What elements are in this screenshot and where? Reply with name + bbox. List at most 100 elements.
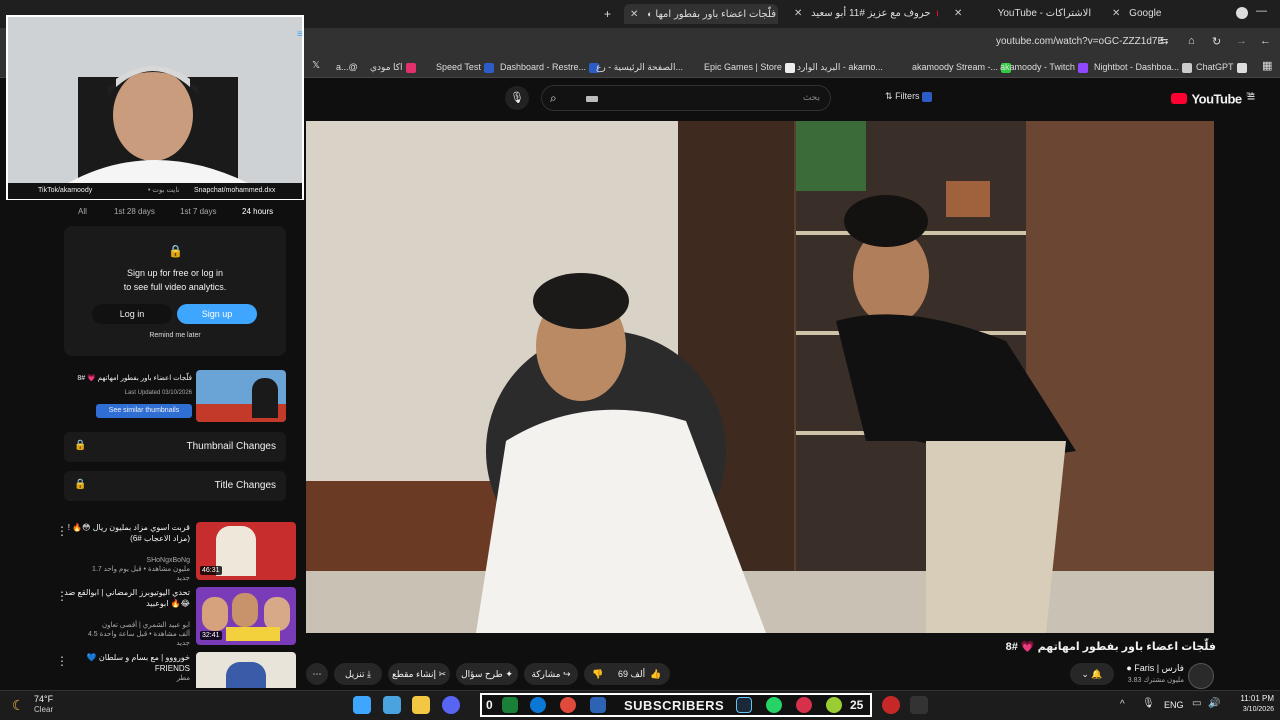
bookmark-label: akamoody Stream -... (912, 62, 999, 72)
tab-huroof[interactable]: ✕ حروف مع عزيز #11 أبو سعيد (788, 4, 938, 24)
rec-channel: مطر (176, 675, 190, 682)
channel-avatar[interactable] (1188, 663, 1214, 689)
search-input[interactable]: بحث (803, 92, 820, 103)
subscribed-button[interactable]: ⌄ 🔔 (1070, 663, 1114, 685)
bookmark-item[interactable]: البريد الوارد - akamo... (797, 59, 883, 75)
bookmark-item[interactable]: Nightbot - Dashboa... (1094, 59, 1195, 75)
like-button[interactable]: 👍 (650, 663, 661, 685)
list-item[interactable]: ⋮ قربت اسوي مزاد بمليون ريال 😳🔥 ! (مزاد … (54, 522, 298, 582)
volume-icon[interactable]: 🔊 (1208, 698, 1220, 709)
overlay-subs: 25 (850, 698, 864, 712)
signup-button[interactable]: Sign up (177, 304, 257, 324)
youtube-logo[interactable]: YouTube SA (1171, 90, 1254, 108)
bookmark-item[interactable]: Epic Games | Store (704, 59, 798, 75)
bookmark-item[interactable]: الصفحة الرئيسية - رع... (596, 59, 683, 75)
menu-icon[interactable]: ≡ (1247, 88, 1255, 104)
back-icon[interactable]: ← (1260, 35, 1271, 47)
app-icon (826, 697, 842, 713)
bookmark-item[interactable]: Speed Test (436, 59, 497, 75)
bookmark-item[interactable]: akamoody Stream -... (912, 59, 1014, 75)
chip-7-days[interactable]: 1st 7 days (180, 207, 216, 216)
picture-frame (946, 181, 990, 217)
audio-icon[interactable]: ◐ (647, 9, 652, 19)
rec-thumbnail[interactable] (196, 652, 296, 688)
keyboard-icon[interactable] (586, 96, 598, 102)
webcam-tag: • نايت بوت (148, 187, 180, 194)
close-icon[interactable]: ✕ (948, 8, 968, 19)
bookmark-label: akamoody - Twitch (1000, 62, 1075, 72)
file-explorer-icon[interactable] (412, 696, 430, 714)
search-box[interactable]: ⌕ بحث (541, 85, 831, 111)
sparkle-icon: ✦ (505, 669, 513, 679)
close-icon[interactable]: ✕ (788, 8, 808, 19)
title-changes-row[interactable]: 🔒 Title Changes (64, 471, 286, 501)
clip-button[interactable]: إنشاء مقطع ✂ (388, 663, 450, 685)
menu-icon[interactable]: ≡ (297, 29, 303, 40)
filters-button[interactable]: ⇅ Filters (885, 91, 933, 102)
bookmark-item[interactable]: Dashboard - Restre... (500, 59, 602, 75)
tiktok-handle: TikTok/akamoody (38, 187, 93, 194)
dislike-button[interactable]: 👎 (592, 663, 603, 685)
video-thumbnail[interactable] (196, 370, 286, 422)
obs-record-icon[interactable] (882, 696, 900, 714)
chevron-up-icon[interactable]: ^ (1120, 699, 1125, 710)
display-icon[interactable]: ▭ (1192, 698, 1201, 709)
login-button[interactable]: Log in (92, 304, 172, 324)
more-actions-icon[interactable]: ⋯ (306, 663, 328, 685)
list-item[interactable]: ⋮ 💙 خورووو | مع بسام و سلطان FRIENDS مطر (54, 652, 298, 688)
chip-all[interactable]: All (78, 207, 87, 216)
thumbnail-changes-row[interactable]: 🔒 Thumbnail Changes (64, 432, 286, 462)
clock-time[interactable]: 11:01 PM (1230, 694, 1274, 703)
xbox-icon (502, 697, 518, 713)
windows-start-icon[interactable] (353, 696, 371, 714)
minimize-icon[interactable]: — (1256, 5, 1267, 17)
app-icon[interactable] (910, 696, 928, 714)
chip-28-days[interactable]: 1st 28 days (114, 207, 155, 216)
reload-icon[interactable]: ↻ (1212, 35, 1221, 48)
tab-subscriptions[interactable]: ✕ YouTube - الاشتراكات (948, 4, 1098, 24)
microphone-icon[interactable]: 🎙 (505, 86, 529, 110)
microphone-icon[interactable]: 🎙 (1142, 698, 1155, 709)
rec-meta-block: SHoNgxBoNg 1.7 مليون مشاهدة • قبل يوم واح… (60, 556, 190, 583)
youtube-icon (937, 9, 938, 17)
tab-current-video[interactable]: ✕ ◐ فلّجات اعضاء باور بفطور امها (624, 4, 778, 24)
forward-icon[interactable]: → (1236, 35, 1247, 47)
weather-desc[interactable]: Clear (34, 705, 53, 714)
thumbnail-text-banner (226, 627, 280, 641)
remind-later-link[interactable]: Remind me later (64, 332, 286, 339)
tab-google[interactable]: ✕ Google (1106, 4, 1216, 24)
url-field[interactable]: youtube.com/watch?v=oGC-ZZZ1d7E (996, 36, 1164, 47)
search-icon[interactable]: ⌕ (550, 91, 557, 106)
discord-icon[interactable] (442, 696, 460, 714)
profile-icon[interactable] (1236, 7, 1248, 19)
translate-icon[interactable]: ⇆ (1160, 36, 1168, 47)
bookmark-item[interactable]: ChatGPT (1196, 59, 1250, 75)
person-standing-pants (926, 441, 1066, 633)
home-icon[interactable]: ⌂ (1188, 35, 1195, 47)
thumbnail-face (232, 593, 258, 627)
new-tab-icon[interactable]: + (604, 7, 611, 21)
analytics-card: 🔒 Sign up for free or log in to see full… (64, 226, 286, 356)
rec-title: 💙 خورووو | مع بسام و سلطان FRIENDS (86, 653, 190, 673)
similar-thumbnails-button[interactable]: See similar thumbnails (96, 404, 192, 418)
rec-meta: 4.5 ألف مشاهدة • قبل ساعة واحدة (87, 631, 190, 638)
all-bookmarks-icon[interactable]: ▦ (1262, 59, 1272, 72)
download-button[interactable]: تنزيل ⤓ (334, 663, 382, 685)
windows-taskbar: ☾ 74°F Clear 0 SUBSCRIBERS 25 ^ 🎙 ENG ▭ … (0, 690, 1280, 720)
ask-button[interactable]: طرح سؤال ✦ (456, 663, 518, 685)
share-button[interactable]: مشاركة ↪ (524, 663, 578, 685)
bookmark-item[interactable]: akamoody - Twitch (1000, 59, 1091, 75)
chip-24-hours[interactable]: 24 hours (242, 207, 273, 216)
language-indicator[interactable]: ENG (1164, 700, 1184, 710)
x-icon[interactable]: 𝕏 (312, 60, 320, 71)
close-icon[interactable]: ✕ (1106, 8, 1126, 19)
app-icon (590, 697, 606, 713)
close-icon[interactable]: ✕ (624, 9, 644, 20)
bookmark-item[interactable]: a...@ (336, 59, 358, 75)
bookmark-item[interactable]: اكا مودي (370, 59, 419, 75)
clock-date[interactable]: 3/10/2026 (1230, 706, 1274, 713)
video-player[interactable] (306, 121, 1214, 633)
task-view-icon[interactable] (383, 696, 401, 714)
weather-temp[interactable]: 74°F (34, 694, 53, 704)
list-item[interactable]: ⋮ تحدي اليوتيوبرز الرمضاني | ابوالقع ضد … (54, 587, 298, 647)
